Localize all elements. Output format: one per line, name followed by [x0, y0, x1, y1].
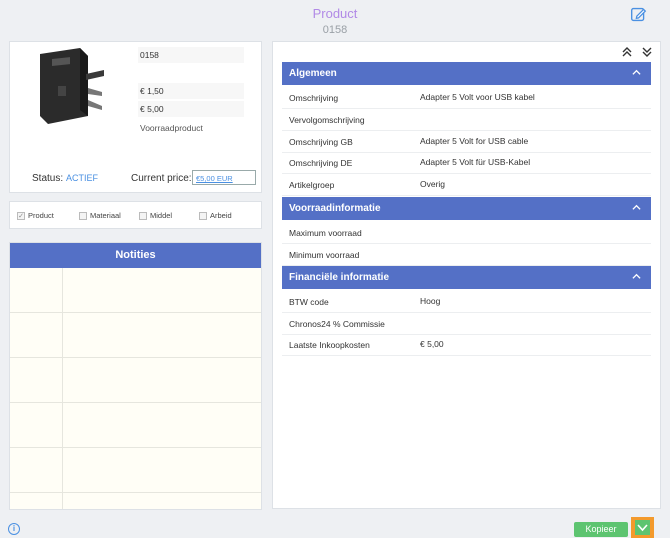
checkbox-arbeid-box[interactable]: [199, 211, 207, 220]
chevron-up-icon[interactable]: [632, 272, 641, 281]
detail-label: BTW code: [289, 297, 329, 307]
detail-label: Omschrijving DE: [289, 158, 353, 168]
product-price2-field: € 5,00: [138, 101, 244, 117]
notes-row[interactable]: [10, 313, 261, 358]
section-general-title: Algemeen: [289, 68, 337, 79]
detail-label: Maximum voorraad: [289, 228, 362, 238]
detail-row: Vervolgomschrijving: [282, 109, 651, 131]
section-stock-title: Voorraadinformatie: [289, 203, 381, 214]
detail-row: Artikelgroep Overig: [282, 174, 651, 196]
checkbox-product-box[interactable]: ✓: [17, 211, 25, 220]
detail-label: Vervolgomschrijving: [289, 115, 365, 125]
detail-label: Minimum voorraad: [289, 250, 360, 260]
product-card: 0158 € 1,50 € 5,00 Voorraadproduct Statu…: [9, 41, 262, 193]
status-badge: ACTIEF: [66, 173, 99, 183]
current-price-label: Current price:: [131, 173, 192, 184]
detail-label: Artikelgroep: [289, 180, 335, 190]
detail-row: BTW code Hoog: [282, 291, 651, 313]
collapse-all-icon[interactable]: [622, 47, 632, 57]
notes-row[interactable]: [10, 448, 261, 493]
product-image: [24, 44, 116, 136]
detail-label: Laatste Inkoopkosten: [289, 340, 370, 350]
checkbox-arbeid-label: Arbeid: [210, 211, 232, 220]
product-price1-field: € 1,50: [138, 83, 244, 99]
checkbox-materiaal[interactable]: Materiaal: [79, 211, 121, 220]
chevron-up-icon[interactable]: [632, 68, 641, 77]
detail-value: Adapter 5 Volt für USB-Kabel: [420, 157, 531, 167]
checkbox-materiaal-box[interactable]: [79, 211, 87, 220]
notes-row[interactable]: [10, 268, 261, 313]
detail-value: Adapter 5 Volt voor USB kabel: [420, 92, 535, 102]
detail-value: € 5,00: [420, 339, 444, 349]
section-finance-header[interactable]: Financiële informatie: [282, 266, 651, 289]
info-icon[interactable]: i: [8, 523, 20, 535]
detail-label: Chronos24 % Commissie: [289, 319, 385, 329]
checkbox-middel-label: Middel: [150, 211, 173, 220]
copy-button[interactable]: Kopieer: [574, 522, 628, 537]
chevron-down-icon: [637, 524, 648, 532]
detail-row: Omschrijving DE Adapter 5 Volt für USB-K…: [282, 152, 651, 174]
detail-label: Omschrijving GB: [289, 137, 353, 147]
chevron-up-icon[interactable]: [632, 203, 641, 212]
notes-row[interactable]: [10, 358, 261, 403]
status-label: Status:: [32, 173, 64, 184]
detail-row: Omschrijving Adapter 5 Volt voor USB kab…: [282, 87, 651, 109]
notes-row[interactable]: [10, 403, 261, 448]
checkbox-arbeid[interactable]: Arbeid: [199, 211, 232, 220]
page-title: Product: [312, 6, 358, 21]
section-general-header[interactable]: Algemeen: [282, 62, 651, 85]
detail-value: Overig: [420, 179, 446, 189]
checkbox-middel-box[interactable]: [139, 211, 147, 220]
more-options-button[interactable]: [631, 517, 654, 538]
notes-title: Notities: [10, 243, 261, 268]
detail-row: Minimum voorraad: [282, 244, 651, 266]
product-code-subtitle: 0158: [322, 24, 348, 36]
detail-row: Maximum voorraad: [282, 222, 651, 244]
product-code-field: 0158: [138, 47, 244, 63]
notes-panel: Notities: [9, 242, 262, 510]
edit-icon[interactable]: [630, 6, 647, 23]
detail-value: Hoog: [420, 296, 441, 306]
product-type-checkboxes: ✓ Product Materiaal Middel Arbeid: [9, 201, 262, 229]
section-finance-title: Financiële informatie: [289, 272, 390, 283]
notes-row[interactable]: [10, 493, 261, 509]
details-panel: Algemeen Omschrijving Adapter 5 Volt voo…: [272, 41, 661, 509]
detail-row: Omschrijving GB Adapter 5 Volt for USB c…: [282, 131, 651, 153]
detail-label: Omschrijving: [289, 93, 339, 103]
section-stock-header[interactable]: Voorraadinformatie: [282, 197, 651, 220]
checkbox-middel[interactable]: Middel: [139, 211, 172, 220]
checkbox-materiaal-label: Materiaal: [90, 211, 121, 220]
checkbox-product[interactable]: ✓ Product: [17, 211, 54, 220]
current-price-link[interactable]: €5,00 EUR: [192, 170, 256, 185]
expand-all-icon[interactable]: [642, 47, 652, 57]
detail-row: Chronos24 % Commissie: [282, 313, 651, 335]
detail-row: Laatste Inkoopkosten € 5,00: [282, 334, 651, 356]
detail-value: Adapter 5 Volt for USB cable: [420, 136, 529, 146]
checkbox-product-label: Product: [28, 211, 54, 220]
product-type: Voorraadproduct: [140, 123, 203, 133]
